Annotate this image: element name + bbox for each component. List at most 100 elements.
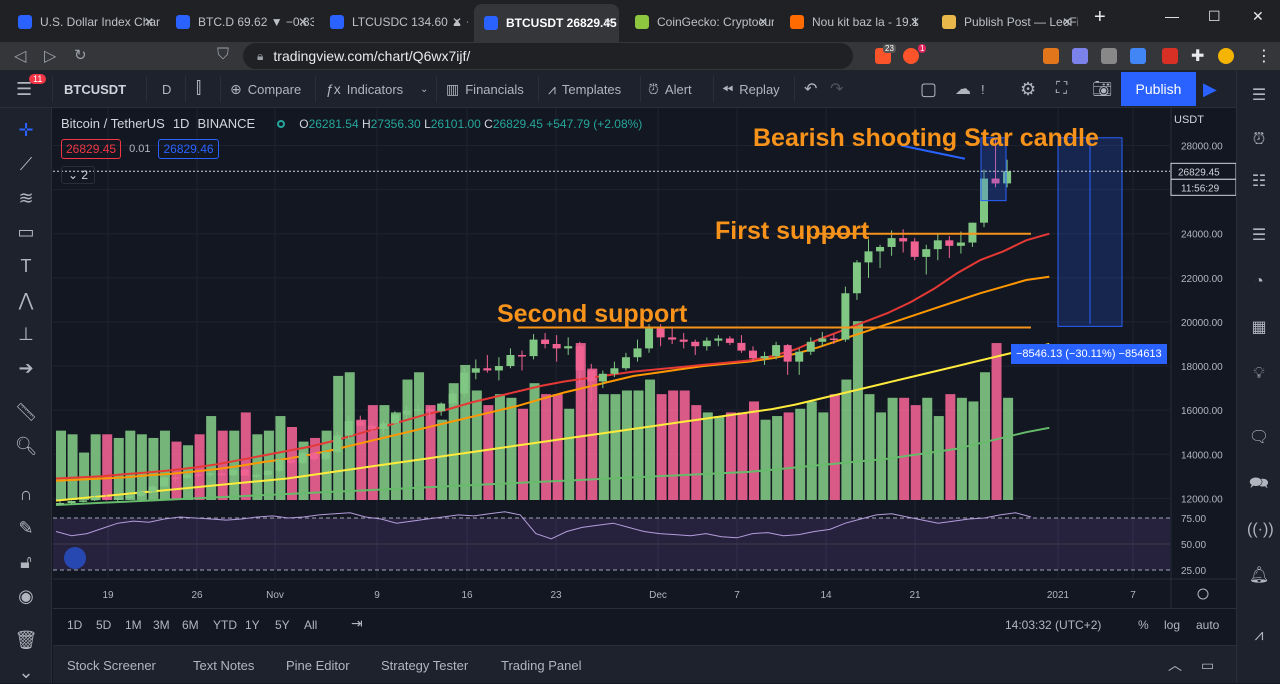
tab-close-icon[interactable]: ✕ [1062, 15, 1072, 29]
extension-icon[interactable] [1072, 48, 1088, 64]
profile-avatar[interactable] [1218, 48, 1234, 64]
undo-icon[interactable]: ↶ [804, 70, 817, 108]
data-window-icon[interactable]: ☷ [1247, 170, 1271, 194]
fullscreen-icon[interactable]: ⛶ [1056, 70, 1067, 108]
chat-rooms-icon[interactable]: 🗪︎ [1247, 472, 1271, 496]
chart-pane[interactable]: 28000.0026000.0024000.0022000.0020000.00… [53, 108, 1237, 608]
object-tree-icon[interactable]: ☰ [1247, 224, 1271, 248]
symbol-search-button[interactable]: BTCUSDT [64, 70, 126, 108]
tab-close-icon[interactable]: ✕ [452, 15, 462, 29]
broadcast-icon[interactable]: ((·)) [1247, 518, 1274, 542]
tab-close-icon[interactable]: ✕ [910, 15, 920, 29]
magnet-icon[interactable]: ∩ [14, 482, 38, 506]
url-field[interactable]: 🔒︎ tradingview.com/chart/Q6wx7ijf/ [243, 43, 853, 69]
publish-button[interactable]: Publish [1121, 72, 1196, 106]
rectangle-icon[interactable]: ▭ [14, 220, 38, 244]
replay-button[interactable]: ⏪︎ Replay [722, 70, 780, 108]
reload-icon[interactable]: ↻ [74, 46, 87, 64]
panel-tab[interactable]: Text Notes [193, 646, 254, 684]
maximize-panel-icon[interactable]: ▭ [1201, 646, 1214, 684]
panel-tab[interactable]: Strategy Tester [381, 646, 468, 684]
annotation-first-support[interactable]: First support [715, 217, 869, 246]
cloud-save-icon[interactable]: ☁︎ [955, 70, 971, 108]
trash-icon[interactable]: 🗑︎ [14, 628, 38, 652]
notification-bell-icon[interactable]: 🔔︎ [1247, 564, 1271, 588]
indicators-dropdown-icon[interactable]: ⌄ [420, 70, 428, 108]
range-5y[interactable]: 5Y [275, 618, 290, 632]
chevron-up-icon[interactable]: ︿ [1168, 646, 1182, 684]
play-circle-icon[interactable]: ▶ [1203, 70, 1217, 108]
zoom-in-icon[interactable]: 🔍︎ [14, 434, 38, 458]
panel-tab[interactable]: Pine Editor [286, 646, 350, 684]
tab-close-icon[interactable]: ✕ [144, 15, 154, 29]
range-1m[interactable]: 1M [125, 618, 142, 632]
arrow-right-icon[interactable]: ➔ [14, 356, 38, 380]
tab-close-icon[interactable]: ✕ [298, 15, 308, 29]
layout-select-icon[interactable]: ▢ [920, 70, 937, 108]
browser-tab[interactable]: BTCUSDT 26829.45 ✕ [474, 4, 619, 42]
extensions-puzzle-icon[interactable]: ✚ [1191, 46, 1204, 66]
forward-icon[interactable]: ▷ [44, 46, 56, 66]
rewards-icon[interactable] [903, 48, 919, 64]
tab-close-icon[interactable]: ✕ [758, 15, 768, 29]
range-ytd[interactable]: YTD [213, 618, 237, 632]
panel-tab[interactable]: Trading Panel [501, 646, 581, 684]
watchlist-icon[interactable]: ☰ [1247, 84, 1271, 108]
collapse-icon[interactable]: ⌄ [14, 660, 38, 684]
chat-icon[interactable]: 🗨︎ [1247, 426, 1271, 450]
browser-tab[interactable]: Publish Post — LeoFinar✕ [932, 6, 1078, 38]
annotation-shooting-star[interactable]: Bearish shooting Star candle [753, 124, 1099, 153]
browser-tab[interactable]: BTC.D 69.62 ▼ −0.83% !✕ [166, 6, 314, 38]
browser-tab[interactable]: LTCUSDC 134.60 ▲ +5.7✕ [320, 6, 468, 38]
goto-date-icon[interactable]: ⇥ [351, 615, 363, 632]
ideas-bulb-icon[interactable]: 💡︎ [1247, 362, 1271, 386]
range-all[interactable]: All [304, 618, 317, 632]
clock-display[interactable]: 14:03:32 (UTC+2) [1005, 618, 1101, 632]
extension-icon[interactable] [1130, 48, 1146, 64]
bookmark-icon[interactable]: ⛉ [217, 46, 229, 64]
extension-icon[interactable] [1162, 48, 1178, 64]
redo-icon[interactable]: ↷ [830, 70, 843, 108]
range-1y[interactable]: 1Y [245, 618, 260, 632]
auto-toggle[interactable]: auto [1196, 618, 1219, 632]
lock-drawing-icon[interactable]: ✎ [14, 516, 38, 540]
indicators-toggle[interactable]: ⌄ 2 [61, 166, 96, 184]
camera-snapshot-icon[interactable]: 📷︎ [1092, 70, 1112, 108]
annotation-second-support[interactable]: Second support [497, 300, 687, 329]
currency-label[interactable]: USDT [1174, 114, 1204, 126]
close-window-button[interactable]: ✕ [1252, 8, 1264, 25]
text-tool-icon[interactable]: T [14, 254, 38, 278]
calendar-icon[interactable]: ▦ [1247, 316, 1271, 340]
settings-gear-icon[interactable]: ⚙︎ [1020, 70, 1036, 108]
financials-button[interactable]: ▥ Financials [446, 70, 524, 108]
hotlists-icon[interactable]: ◔ [1247, 270, 1271, 294]
crosshair-icon[interactable]: ✛ [14, 118, 38, 142]
metamask-icon[interactable] [1043, 48, 1059, 64]
interval-button[interactable]: D [162, 70, 171, 108]
browser-tab[interactable]: CoinGecko: Cryptocurre ✕ [625, 6, 774, 38]
lock-icon[interactable]: 🔓︎ [14, 550, 38, 574]
minimize-button[interactable]: — [1165, 8, 1179, 24]
menu-icon[interactable]: ⋮ [1256, 46, 1272, 66]
projection-icon[interactable]: ⊥ [14, 322, 38, 346]
trendline-icon[interactable]: ⟋ [14, 152, 38, 176]
buy-price-button[interactable]: 26829.46 [158, 139, 219, 159]
tab-close-icon[interactable]: ✕ [603, 16, 613, 30]
range-6m[interactable]: 6M [182, 618, 199, 632]
extension-icon[interactable] [1101, 48, 1117, 64]
alert-button[interactable]: ⏰︎ Alert [648, 70, 692, 108]
range-1d[interactable]: 1D [67, 618, 82, 632]
range-5d[interactable]: 5D [96, 618, 111, 632]
pattern-icon[interactable]: ⋀ [14, 288, 38, 312]
templates-button[interactable]: ⩘ Templates [548, 70, 621, 108]
maximize-button[interactable]: ☐ [1208, 8, 1221, 25]
panel-tab[interactable]: Stock Screener [67, 646, 156, 684]
log-toggle[interactable]: log [1164, 618, 1180, 632]
fib-icon[interactable]: ≋ [14, 186, 38, 210]
sell-price-button[interactable]: 26829.45 [61, 139, 122, 159]
browser-tab[interactable]: U.S. Dollar Index Chart - ✕ [8, 6, 160, 38]
compare-button[interactable]: ⊕ Compare [230, 70, 301, 108]
ruler-icon[interactable]: 📏︎ [14, 400, 38, 424]
range-3m[interactable]: 3M [153, 618, 170, 632]
eye-icon[interactable]: ◉ [14, 584, 38, 608]
